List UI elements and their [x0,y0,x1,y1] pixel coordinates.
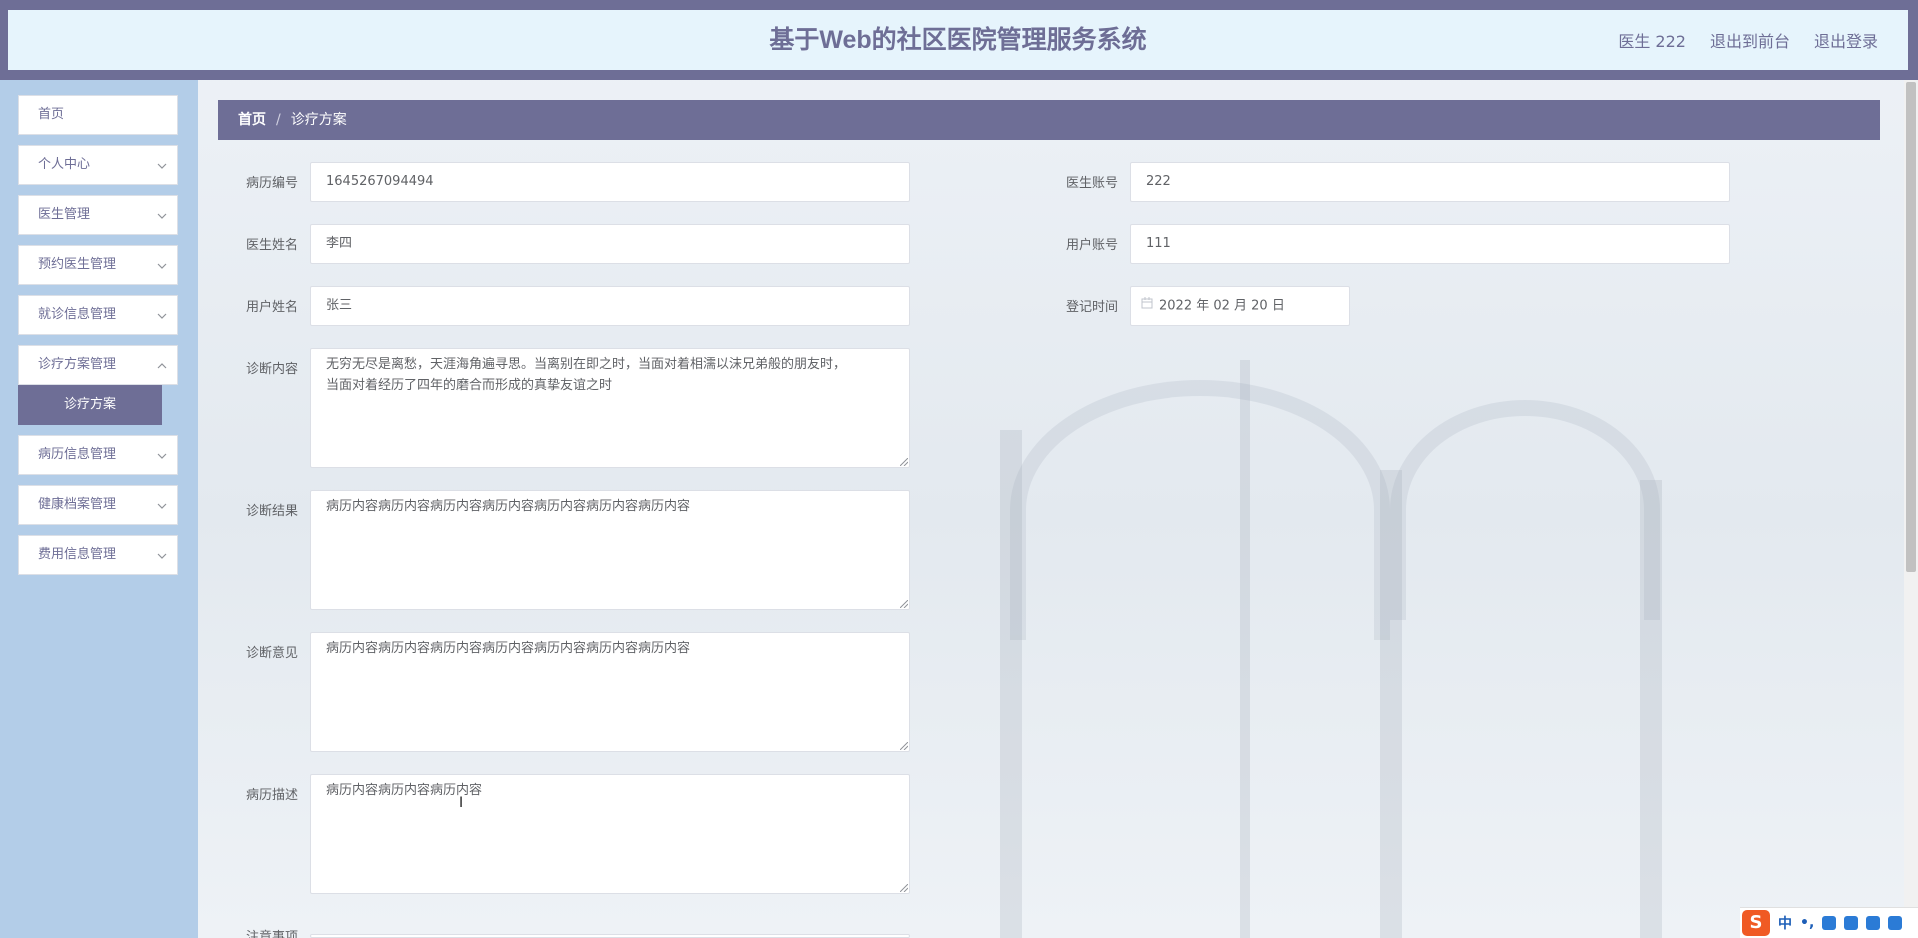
sidebar-item-label: 医生管理 [38,207,91,222]
user-account-label: 用户账号 [1065,238,1118,253]
breadcrumb-separator: / [276,112,281,128]
sidebar-item-label: 个人中心 [38,157,91,172]
doctor-account-field[interactable]: 222 [1130,162,1730,202]
diagnosis-result-text: 病历内容病历内容病历内容病历内容病历内容病历内容病历内容 [326,499,691,514]
sidebar-item-label: 费用信息管理 [38,547,117,562]
record-desc-textarea[interactable]: 病历内容病历内容病历内容 [310,774,910,894]
sidebar-item-personal-center[interactable]: 个人中心 [18,145,178,185]
register-time-picker[interactable]: 2022 年 02 月 20 日 [1130,286,1350,326]
scrollbar-thumb[interactable] [1906,82,1916,572]
breadcrumb-home[interactable]: 首页 [238,112,266,128]
chevron-down-icon [157,536,167,574]
chevron-down-icon [157,296,167,334]
ime-punctuation[interactable]: •, [1800,915,1814,931]
doctor-account-label: 医生账号 [1065,176,1118,191]
breadcrumb-current: 诊疗方案 [290,112,347,128]
skin-icon[interactable] [1866,916,1881,930]
sidebar-item-medical-record-management[interactable]: 病历信息管理 [18,435,178,475]
sogou-logo-icon[interactable]: S [1742,910,1770,936]
toolbox-icon[interactable] [1888,916,1903,930]
sidebar-item-label: 病历信息管理 [38,447,117,462]
keyboard-icon[interactable] [1844,916,1859,930]
chevron-up-icon [157,346,167,384]
logout-link[interactable]: 退出登录 [1814,28,1878,52]
sidebar: 首页 个人中心 医生管理 预约医生管理 就诊信息管理 诊疗方案管理 诊疗方案 病… [0,80,198,938]
record-desc-text: 病历内容病历内容病历内容 [326,783,483,798]
resize-handle-icon[interactable] [900,458,908,466]
diagnosis-opinion-label: 诊断意见 [245,646,298,661]
record-no-label: 病历编号 [245,176,298,191]
register-time-label: 登记时间 [1065,300,1118,315]
sidebar-item-appointment-management[interactable]: 预约医生管理 [18,245,178,285]
chevron-down-icon [157,246,167,284]
chevron-down-icon [157,486,167,524]
user-name-field[interactable]: 张三 [310,286,910,326]
sidebar-item-label: 诊疗方案管理 [38,357,117,372]
sidebar-item-treatment-plan-management[interactable]: 诊疗方案管理 [18,345,178,385]
ime-toolbar: S 中 •, [1740,907,1918,938]
scrollbar[interactable] [1904,80,1918,938]
register-time-value: 2022 年 02 月 20 日 [1159,298,1285,314]
microphone-icon[interactable] [1822,916,1837,930]
diagnosis-content-textarea[interactable]: 无穷无尽是离愁，天涯海角遍寻思。当离别在即之时，当面对着相濡以沫兄弟般的朋友时，… [310,348,910,468]
chevron-down-icon [157,196,167,234]
exit-to-front-link[interactable]: 退出到前台 [1710,28,1790,52]
text-cursor-icon: I [459,795,464,811]
user-name-label: 用户姓名 [245,300,298,315]
diagnosis-content-line: 无穷无尽是离愁，天涯海角遍寻思。当离别在即之时，当面对着相濡以沫兄弟般的朋友时， [326,357,847,372]
sidebar-subitem-treatment-plan[interactable]: 诊疗方案 [18,385,162,425]
doctor-name-label: 医生姓名 [245,238,298,253]
diagnosis-result-label: 诊断结果 [245,504,298,519]
resize-handle-icon[interactable] [900,600,908,608]
sidebar-item-label: 健康档案管理 [38,497,117,512]
diagnosis-content-label: 诊断内容 [245,362,298,377]
header-links: 医生 222 退出到前台 退出登录 [1618,10,1878,70]
sidebar-item-health-file-management[interactable]: 健康档案管理 [18,485,178,525]
resize-handle-icon[interactable] [900,742,908,750]
calendar-icon [1141,287,1153,325]
diagnosis-content-line: 当面对着经历了四年的磨合而形成的真挚友谊之时 [326,378,613,393]
sidebar-item-label: 就诊信息管理 [38,307,117,322]
notes-textarea[interactable] [310,934,910,938]
diagnosis-result-textarea[interactable]: 病历内容病历内容病历内容病历内容病历内容病历内容病历内容 [310,490,910,610]
header: 基于Web的社区医院管理服务系统 医生 222 退出到前台 退出登录 [8,10,1908,70]
diagnosis-opinion-textarea[interactable]: 病历内容病历内容病历内容病历内容病历内容病历内容病历内容 [310,632,910,752]
record-desc-label: 病历描述 [245,788,298,803]
chevron-down-icon [157,146,167,184]
record-no-field[interactable]: 1645267094494 [310,162,910,202]
sidebar-item-doctor-management[interactable]: 医生管理 [18,195,178,235]
doctor-name-field[interactable]: 李四 [310,224,910,264]
ime-language[interactable]: 中 [1778,913,1792,933]
chevron-down-icon [157,436,167,474]
user-account-field[interactable]: 111 [1130,224,1730,264]
sidebar-item-label: 预约医生管理 [38,257,117,272]
breadcrumb: 首页 / 诊疗方案 [218,100,1880,140]
diagnosis-opinion-text: 病历内容病历内容病历内容病历内容病历内容病历内容病历内容 [326,641,691,656]
sidebar-item-home[interactable]: 首页 [18,95,178,135]
resize-handle-icon[interactable] [900,884,908,892]
sidebar-item-fee-management[interactable]: 费用信息管理 [18,535,178,575]
sidebar-item-visit-management[interactable]: 就诊信息管理 [18,295,178,335]
user-label[interactable]: 医生 222 [1618,28,1686,52]
notes-label: 注意事项 [245,930,298,938]
sidebar-item-label: 首页 [38,107,65,122]
